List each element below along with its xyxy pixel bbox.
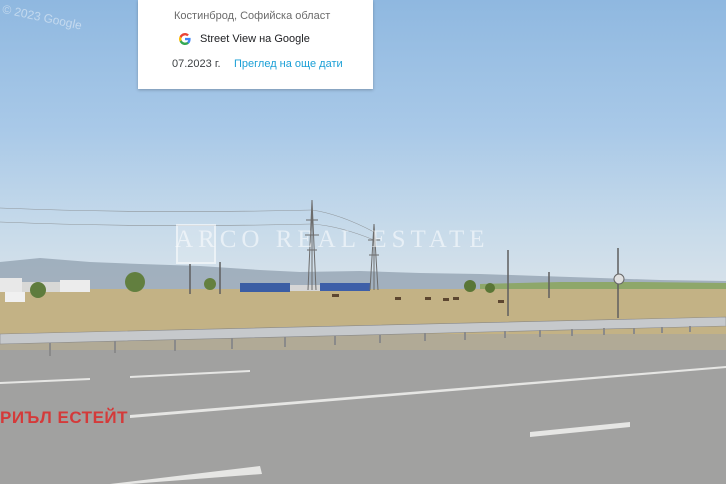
more-dates-link[interactable]: Преглед на още дати	[234, 58, 343, 70]
tree	[464, 280, 476, 292]
tree	[204, 278, 216, 290]
street-view-panorama[interactable]: © 2023 Google ARCO REAL ESTATE РИЪЛ ЕСТЕ…	[0, 0, 726, 484]
google-g-icon	[179, 33, 191, 45]
warehouse	[320, 283, 370, 291]
watermark-text: ARCO REAL ESTATE	[175, 226, 490, 253]
brand-text: РИЪЛ ЕСТЕЙТ	[0, 408, 129, 427]
tree	[125, 272, 145, 292]
capture-date: 07.2023 г.	[172, 58, 221, 70]
building	[0, 278, 22, 292]
warehouse	[240, 283, 290, 292]
service-label: Street View на Google	[200, 33, 310, 45]
building	[5, 292, 25, 302]
tree	[30, 282, 46, 298]
street-view-info-card: Костинброд, Софийска област Street View …	[138, 0, 373, 89]
building	[60, 280, 90, 292]
road-sign	[613, 273, 625, 285]
location-label: Костинброд, Софийска област	[174, 10, 331, 22]
tree	[485, 283, 495, 293]
